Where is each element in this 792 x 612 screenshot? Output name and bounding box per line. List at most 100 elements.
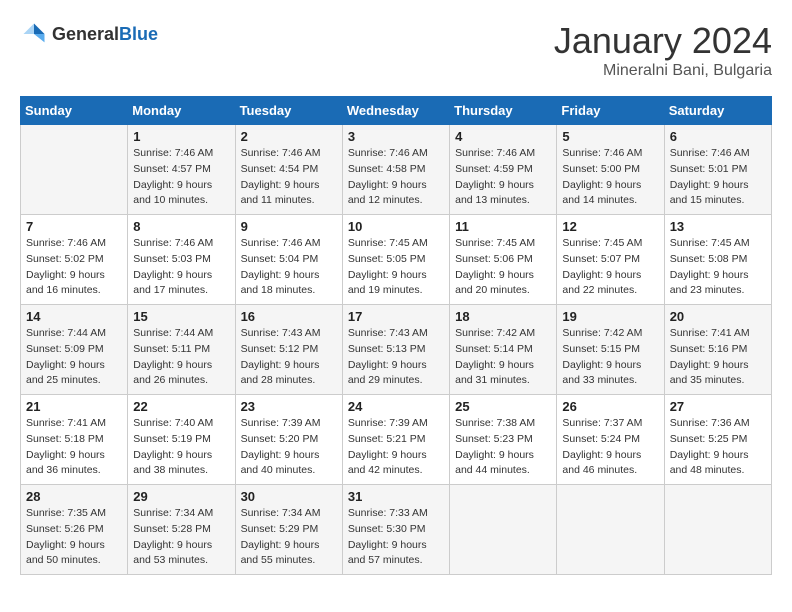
calendar-cell: 23 Sunrise: 7:39 AMSunset: 5:20 PMDaylig… bbox=[235, 395, 342, 485]
calendar-cell bbox=[557, 485, 664, 575]
col-sunday: Sunday bbox=[21, 97, 128, 125]
calendar-cell: 18 Sunrise: 7:42 AMSunset: 5:14 PMDaylig… bbox=[450, 305, 557, 395]
day-info: Sunrise: 7:39 AMSunset: 5:21 PMDaylight:… bbox=[348, 416, 444, 479]
day-info: Sunrise: 7:43 AMSunset: 5:12 PMDaylight:… bbox=[241, 326, 337, 389]
calendar-title: January 2024 bbox=[554, 20, 772, 62]
calendar-cell: 4 Sunrise: 7:46 AMSunset: 4:59 PMDayligh… bbox=[450, 125, 557, 215]
logo-icon bbox=[20, 20, 48, 48]
calendar-subtitle: Mineralni Bani, Bulgaria bbox=[554, 62, 772, 80]
calendar-header-row: Sunday Monday Tuesday Wednesday Thursday… bbox=[21, 97, 772, 125]
day-number: 31 bbox=[348, 489, 444, 504]
day-info: Sunrise: 7:44 AMSunset: 5:11 PMDaylight:… bbox=[133, 326, 229, 389]
calendar-cell bbox=[450, 485, 557, 575]
day-number: 9 bbox=[241, 219, 337, 234]
day-number: 12 bbox=[562, 219, 658, 234]
col-wednesday: Wednesday bbox=[342, 97, 449, 125]
day-info: Sunrise: 7:42 AMSunset: 5:15 PMDaylight:… bbox=[562, 326, 658, 389]
calendar-body: 1 Sunrise: 7:46 AMSunset: 4:57 PMDayligh… bbox=[21, 125, 772, 575]
col-friday: Friday bbox=[557, 97, 664, 125]
calendar-cell: 30 Sunrise: 7:34 AMSunset: 5:29 PMDaylig… bbox=[235, 485, 342, 575]
day-number: 16 bbox=[241, 309, 337, 324]
day-number: 17 bbox=[348, 309, 444, 324]
day-number: 18 bbox=[455, 309, 551, 324]
day-number: 23 bbox=[241, 399, 337, 414]
day-number: 22 bbox=[133, 399, 229, 414]
calendar-cell: 6 Sunrise: 7:46 AMSunset: 5:01 PMDayligh… bbox=[664, 125, 771, 215]
calendar-cell: 1 Sunrise: 7:46 AMSunset: 4:57 PMDayligh… bbox=[128, 125, 235, 215]
calendar-week-row: 28 Sunrise: 7:35 AMSunset: 5:26 PMDaylig… bbox=[21, 485, 772, 575]
day-info: Sunrise: 7:39 AMSunset: 5:20 PMDaylight:… bbox=[241, 416, 337, 479]
calendar-cell: 22 Sunrise: 7:40 AMSunset: 5:19 PMDaylig… bbox=[128, 395, 235, 485]
logo: GeneralBlue bbox=[20, 20, 158, 48]
calendar-cell: 10 Sunrise: 7:45 AMSunset: 5:05 PMDaylig… bbox=[342, 215, 449, 305]
title-area: January 2024 Mineralni Bani, Bulgaria bbox=[554, 20, 772, 80]
day-info: Sunrise: 7:45 AMSunset: 5:07 PMDaylight:… bbox=[562, 236, 658, 299]
day-number: 7 bbox=[26, 219, 122, 234]
calendar-cell: 24 Sunrise: 7:39 AMSunset: 5:21 PMDaylig… bbox=[342, 395, 449, 485]
day-info: Sunrise: 7:45 AMSunset: 5:06 PMDaylight:… bbox=[455, 236, 551, 299]
day-number: 25 bbox=[455, 399, 551, 414]
day-info: Sunrise: 7:41 AMSunset: 5:18 PMDaylight:… bbox=[26, 416, 122, 479]
day-info: Sunrise: 7:33 AMSunset: 5:30 PMDaylight:… bbox=[348, 506, 444, 569]
day-info: Sunrise: 7:46 AMSunset: 4:58 PMDaylight:… bbox=[348, 146, 444, 209]
calendar-cell: 8 Sunrise: 7:46 AMSunset: 5:03 PMDayligh… bbox=[128, 215, 235, 305]
calendar-cell: 3 Sunrise: 7:46 AMSunset: 4:58 PMDayligh… bbox=[342, 125, 449, 215]
day-info: Sunrise: 7:45 AMSunset: 5:08 PMDaylight:… bbox=[670, 236, 766, 299]
logo-blue: Blue bbox=[119, 24, 158, 44]
day-info: Sunrise: 7:35 AMSunset: 5:26 PMDaylight:… bbox=[26, 506, 122, 569]
day-number: 13 bbox=[670, 219, 766, 234]
day-info: Sunrise: 7:34 AMSunset: 5:29 PMDaylight:… bbox=[241, 506, 337, 569]
day-number: 11 bbox=[455, 219, 551, 234]
day-number: 30 bbox=[241, 489, 337, 504]
calendar-table: Sunday Monday Tuesday Wednesday Thursday… bbox=[20, 96, 772, 575]
day-number: 27 bbox=[670, 399, 766, 414]
day-number: 10 bbox=[348, 219, 444, 234]
day-info: Sunrise: 7:46 AMSunset: 5:02 PMDaylight:… bbox=[26, 236, 122, 299]
day-info: Sunrise: 7:40 AMSunset: 5:19 PMDaylight:… bbox=[133, 416, 229, 479]
day-number: 15 bbox=[133, 309, 229, 324]
calendar-cell: 16 Sunrise: 7:43 AMSunset: 5:12 PMDaylig… bbox=[235, 305, 342, 395]
calendar-cell: 19 Sunrise: 7:42 AMSunset: 5:15 PMDaylig… bbox=[557, 305, 664, 395]
calendar-cell: 27 Sunrise: 7:36 AMSunset: 5:25 PMDaylig… bbox=[664, 395, 771, 485]
calendar-cell: 11 Sunrise: 7:45 AMSunset: 5:06 PMDaylig… bbox=[450, 215, 557, 305]
day-number: 2 bbox=[241, 129, 337, 144]
day-number: 8 bbox=[133, 219, 229, 234]
col-tuesday: Tuesday bbox=[235, 97, 342, 125]
day-info: Sunrise: 7:43 AMSunset: 5:13 PMDaylight:… bbox=[348, 326, 444, 389]
logo-general: General bbox=[52, 24, 119, 44]
calendar-cell: 13 Sunrise: 7:45 AMSunset: 5:08 PMDaylig… bbox=[664, 215, 771, 305]
day-info: Sunrise: 7:46 AMSunset: 5:00 PMDaylight:… bbox=[562, 146, 658, 209]
calendar-cell: 29 Sunrise: 7:34 AMSunset: 5:28 PMDaylig… bbox=[128, 485, 235, 575]
day-info: Sunrise: 7:36 AMSunset: 5:25 PMDaylight:… bbox=[670, 416, 766, 479]
calendar-cell: 21 Sunrise: 7:41 AMSunset: 5:18 PMDaylig… bbox=[21, 395, 128, 485]
col-thursday: Thursday bbox=[450, 97, 557, 125]
calendar-cell: 17 Sunrise: 7:43 AMSunset: 5:13 PMDaylig… bbox=[342, 305, 449, 395]
calendar-cell bbox=[664, 485, 771, 575]
calendar-week-row: 1 Sunrise: 7:46 AMSunset: 4:57 PMDayligh… bbox=[21, 125, 772, 215]
calendar-cell: 15 Sunrise: 7:44 AMSunset: 5:11 PMDaylig… bbox=[128, 305, 235, 395]
calendar-cell: 2 Sunrise: 7:46 AMSunset: 4:54 PMDayligh… bbox=[235, 125, 342, 215]
calendar-cell: 5 Sunrise: 7:46 AMSunset: 5:00 PMDayligh… bbox=[557, 125, 664, 215]
calendar-cell: 14 Sunrise: 7:44 AMSunset: 5:09 PMDaylig… bbox=[21, 305, 128, 395]
calendar-cell: 12 Sunrise: 7:45 AMSunset: 5:07 PMDaylig… bbox=[557, 215, 664, 305]
day-info: Sunrise: 7:42 AMSunset: 5:14 PMDaylight:… bbox=[455, 326, 551, 389]
day-number: 4 bbox=[455, 129, 551, 144]
calendar-cell: 26 Sunrise: 7:37 AMSunset: 5:24 PMDaylig… bbox=[557, 395, 664, 485]
calendar-cell: 28 Sunrise: 7:35 AMSunset: 5:26 PMDaylig… bbox=[21, 485, 128, 575]
day-info: Sunrise: 7:46 AMSunset: 4:57 PMDaylight:… bbox=[133, 146, 229, 209]
day-info: Sunrise: 7:38 AMSunset: 5:23 PMDaylight:… bbox=[455, 416, 551, 479]
col-saturday: Saturday bbox=[664, 97, 771, 125]
day-info: Sunrise: 7:45 AMSunset: 5:05 PMDaylight:… bbox=[348, 236, 444, 299]
day-number: 3 bbox=[348, 129, 444, 144]
calendar-cell: 31 Sunrise: 7:33 AMSunset: 5:30 PMDaylig… bbox=[342, 485, 449, 575]
day-number: 28 bbox=[26, 489, 122, 504]
day-number: 6 bbox=[670, 129, 766, 144]
day-number: 20 bbox=[670, 309, 766, 324]
day-info: Sunrise: 7:34 AMSunset: 5:28 PMDaylight:… bbox=[133, 506, 229, 569]
day-number: 24 bbox=[348, 399, 444, 414]
day-info: Sunrise: 7:46 AMSunset: 5:01 PMDaylight:… bbox=[670, 146, 766, 209]
day-number: 19 bbox=[562, 309, 658, 324]
day-number: 5 bbox=[562, 129, 658, 144]
calendar-cell: 25 Sunrise: 7:38 AMSunset: 5:23 PMDaylig… bbox=[450, 395, 557, 485]
day-number: 14 bbox=[26, 309, 122, 324]
